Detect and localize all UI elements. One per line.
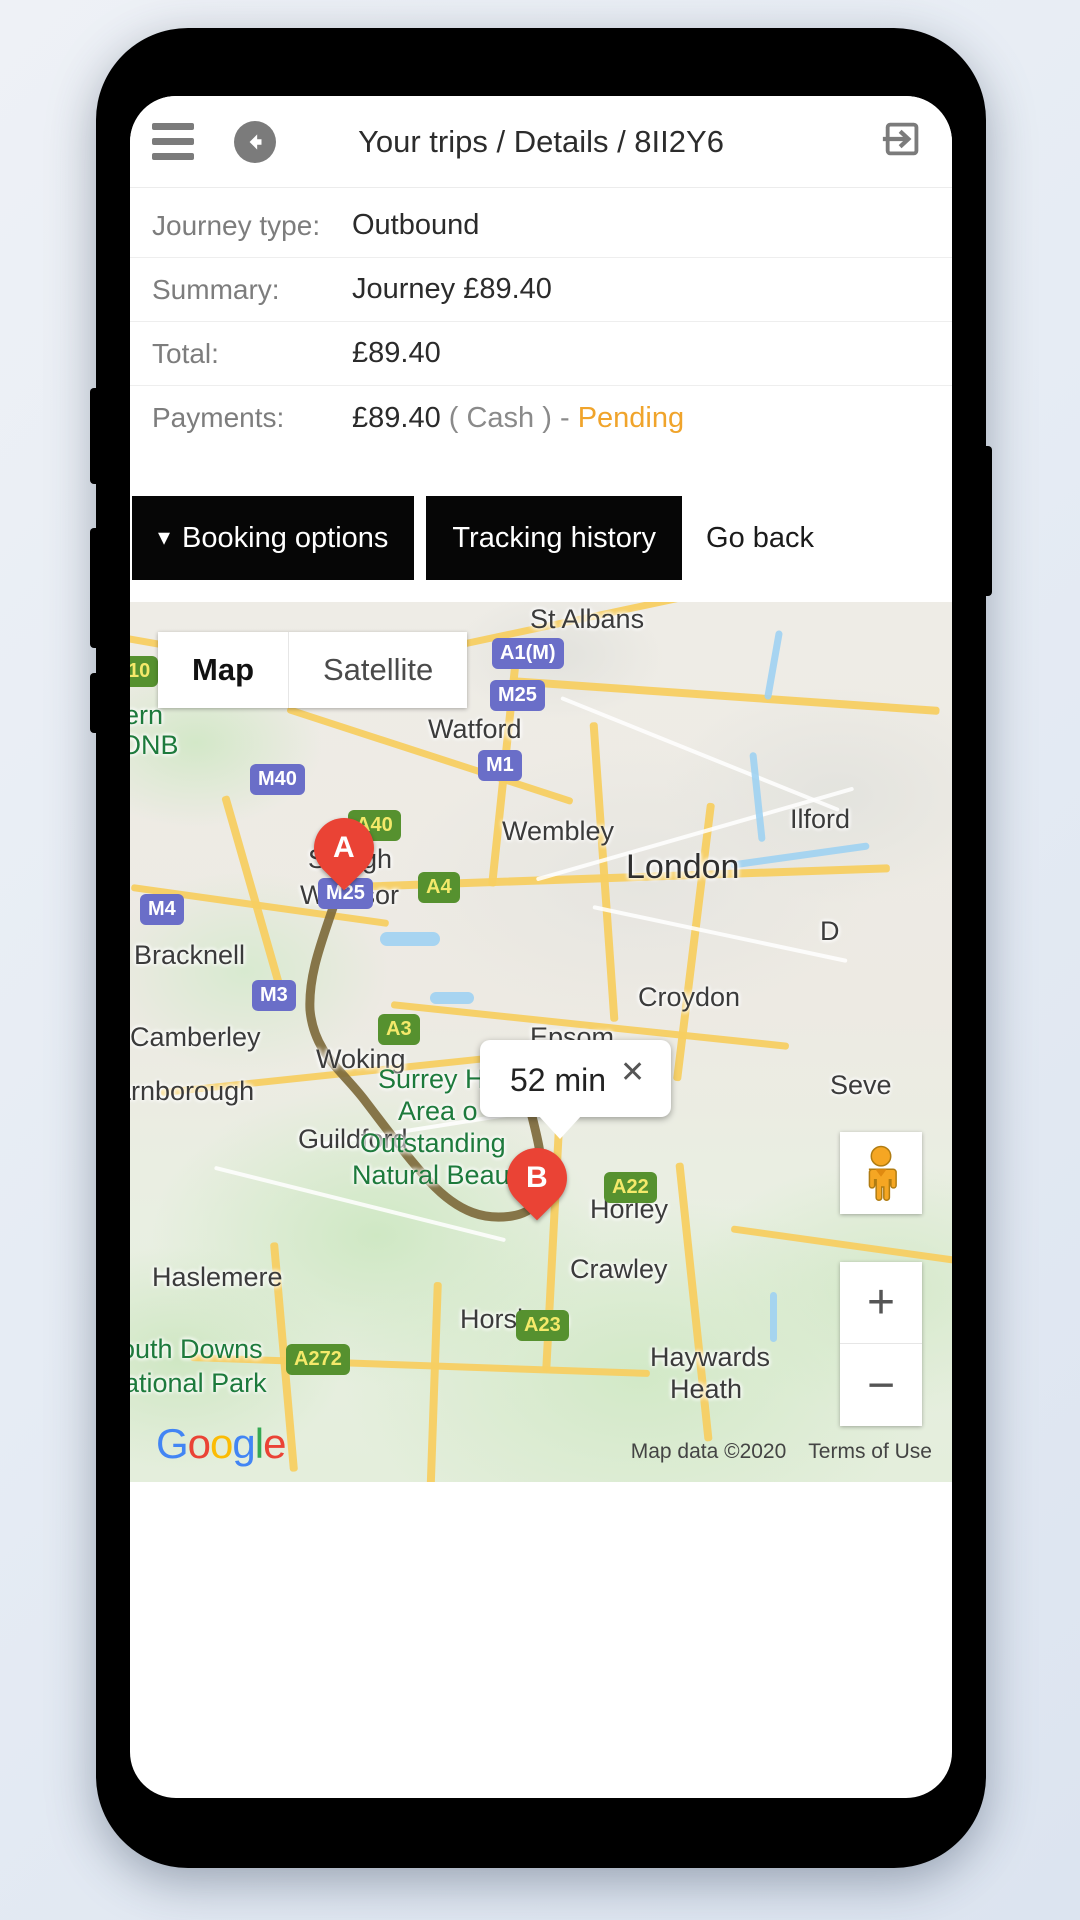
- payment-amount: £89.40: [352, 401, 441, 434]
- map-park-label: Area o: [398, 1096, 478, 1126]
- map-city-label: Seve: [830, 1070, 892, 1100]
- map-road-shield: M3: [252, 980, 296, 1011]
- detail-value: Outbound: [352, 209, 480, 241]
- map-marker-a[interactable]: A: [301, 805, 387, 902]
- trip-details-table: Journey type: Outbound Summary: Journey …: [130, 188, 952, 480]
- map-data-text: Map data ©2020: [630, 1440, 787, 1463]
- zoom-out-button[interactable]: −: [840, 1344, 922, 1426]
- phone-button-left-1: [90, 388, 102, 484]
- status-badge: Pending: [577, 401, 685, 434]
- hamburger-menu-icon[interactable]: [152, 123, 194, 160]
- map-city-label: Crawley: [570, 1254, 668, 1284]
- map-park-label: ONB: [130, 730, 179, 760]
- travel-time-bubble[interactable]: 52 min ✕: [480, 1040, 672, 1139]
- street-view-pegman-icon[interactable]: [840, 1132, 922, 1214]
- table-row: Total: £89.40: [130, 322, 952, 386]
- map-city-label: Watford: [428, 714, 522, 744]
- table-row: Journey type: Outbound: [130, 194, 952, 258]
- phone-button-left-3: [90, 673, 102, 733]
- detail-value: £89.40: [352, 337, 441, 369]
- tracking-history-label: Tracking history: [452, 521, 657, 554]
- logo-letter: o: [210, 1420, 233, 1467]
- map-city-label: Heath: [670, 1374, 743, 1404]
- phone-power-button: [980, 446, 992, 596]
- phone-button-left-2: [90, 528, 102, 648]
- map-road-shield: M1: [478, 750, 522, 781]
- detail-label: Total:: [152, 337, 219, 369]
- chevron-down-icon: ▾: [158, 524, 171, 551]
- map-type-satellite-button[interactable]: Satellite: [288, 632, 467, 708]
- map-road-shield: A3: [378, 1014, 420, 1045]
- travel-time-label: 52 min: [510, 1062, 607, 1098]
- map-city-label: D: [820, 916, 840, 946]
- marker-b-label: B: [526, 1161, 548, 1195]
- payment-method: ( Cash ): [448, 401, 552, 434]
- logo-letter: g: [232, 1420, 255, 1467]
- map-park-label: outh Downs: [130, 1334, 263, 1364]
- marker-a-label: A: [333, 831, 355, 865]
- map-park-label: Natural Beau: [352, 1160, 510, 1190]
- app-header: Your trips / Details / 8II2Y6: [130, 96, 952, 188]
- detail-value: Journey £89.40: [352, 273, 552, 305]
- map-road-shield: M4: [140, 894, 184, 925]
- detail-label: Payments:: [152, 402, 285, 433]
- google-logo: Google: [156, 1420, 286, 1468]
- map-marker-b[interactable]: B: [494, 1135, 580, 1232]
- map-city-label: St Albans: [530, 604, 645, 634]
- map-park-label: Surrey H: [378, 1064, 485, 1094]
- map-road-shield: 10: [130, 656, 159, 687]
- logo-letter: o: [187, 1420, 211, 1467]
- map-road-shield: M40: [250, 764, 305, 795]
- map-view[interactable]: Map Satellite A B 52 min ✕ + − Google Ma…: [130, 602, 952, 1482]
- map-road-shield: A22: [604, 1172, 657, 1203]
- map-road-shield: A272: [286, 1344, 350, 1375]
- go-back-button[interactable]: Go back: [682, 496, 838, 580]
- tracking-history-button[interactable]: Tracking history: [426, 496, 683, 580]
- zoom-in-button[interactable]: +: [840, 1262, 922, 1344]
- map-city-label: London: [626, 848, 740, 886]
- map-city-label: Haywards: [650, 1342, 771, 1372]
- map-type-control[interactable]: Map Satellite: [158, 632, 468, 708]
- back-arrow-circle-icon[interactable]: [234, 120, 276, 163]
- phone-frame: Your trips / Details / 8II2Y6 Journey ty…: [90, 28, 992, 1868]
- terms-of-use-link[interactable]: Terms of Use: [808, 1440, 932, 1464]
- logo-letter: G: [156, 1420, 189, 1467]
- map-park-label: Outstanding: [360, 1128, 506, 1158]
- detail-value: £89.40 ( Cash ) - Pending: [352, 402, 684, 435]
- exit-logout-icon[interactable]: [880, 116, 926, 167]
- map-type-map-button[interactable]: Map: [158, 632, 288, 708]
- booking-options-button[interactable]: ▾ Booking options: [132, 496, 415, 580]
- map-attribution: Map data ©2020 Terms of Use: [631, 1440, 932, 1464]
- map-city-label: Bracknell: [134, 940, 246, 970]
- logo-letter: l: [254, 1420, 264, 1467]
- map-road-shield: A4: [418, 872, 460, 903]
- map-city-label: arnborough: [130, 1076, 255, 1106]
- detail-label: Journey type:: [152, 209, 321, 241]
- close-x-icon[interactable]: ✕: [620, 1058, 645, 1088]
- action-button-row: ▾ Booking options Tracking history Go ba…: [130, 480, 952, 602]
- go-back-label: Go back: [706, 521, 815, 554]
- map-city-label: Wembley: [502, 816, 615, 846]
- booking-options-label: Booking options: [182, 521, 389, 554]
- table-row-payments: Payments: £89.40 ( Cash ) - Pending: [130, 386, 952, 450]
- table-row: Summary: Journey £89.40: [130, 258, 952, 322]
- map-road-shield: A1(M): [492, 638, 564, 669]
- payment-separator: -: [559, 401, 570, 434]
- map-road-shield: M25: [490, 680, 545, 711]
- map-city-label: Croydon: [638, 982, 741, 1012]
- map-city-label: Ilford: [790, 804, 851, 834]
- detail-label: Summary:: [152, 273, 280, 305]
- map-park-label: ational Park: [130, 1368, 267, 1398]
- logo-letter: e: [263, 1420, 286, 1467]
- map-city-label: Camberley: [130, 1022, 261, 1052]
- phone-screen: Your trips / Details / 8II2Y6 Journey ty…: [130, 96, 952, 1798]
- zoom-control[interactable]: + −: [840, 1262, 922, 1426]
- map-road-shield: A23: [516, 1310, 569, 1341]
- map-city-label: Haslemere: [152, 1262, 283, 1292]
